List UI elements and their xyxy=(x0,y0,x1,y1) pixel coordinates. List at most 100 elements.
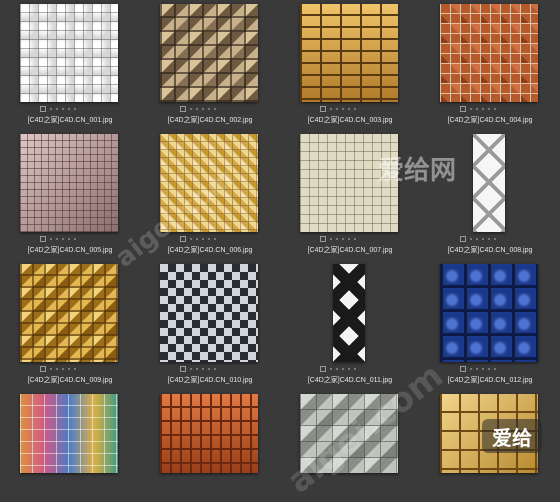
tile-texture-image[interactable] xyxy=(20,264,118,362)
tile-texture-image[interactable] xyxy=(160,264,258,362)
rating-dot-icon[interactable] xyxy=(68,108,70,110)
rating-dot-icon[interactable] xyxy=(354,368,356,370)
rating-dots[interactable] xyxy=(320,366,356,372)
rating-dot-icon[interactable] xyxy=(50,238,52,240)
rating-dot-icon[interactable] xyxy=(482,108,484,110)
rating-dot-icon[interactable] xyxy=(190,108,192,110)
rating-dot-icon[interactable] xyxy=(494,368,496,370)
file-thumbnail-item[interactable] xyxy=(280,390,420,473)
tile-texture-image[interactable] xyxy=(160,394,258,473)
reject-icon[interactable] xyxy=(460,366,466,372)
rating-dots[interactable] xyxy=(40,236,76,242)
file-thumbnail-item[interactable]: [C4D之家]C4D.CN_009.jpg xyxy=(0,260,140,390)
rating-dot-icon[interactable] xyxy=(488,108,490,110)
rating-dot-icon[interactable] xyxy=(62,368,64,370)
tile-texture-image[interactable] xyxy=(300,134,398,232)
rating-dot-icon[interactable] xyxy=(348,368,350,370)
reject-icon[interactable] xyxy=(180,366,186,372)
tile-texture-image[interactable] xyxy=(20,4,118,102)
rating-dot-icon[interactable] xyxy=(208,108,210,110)
rating-dots[interactable] xyxy=(460,236,496,242)
rating-dot-icon[interactable] xyxy=(196,238,198,240)
reject-icon[interactable] xyxy=(460,106,466,112)
reject-icon[interactable] xyxy=(180,236,186,242)
reject-icon[interactable] xyxy=(40,236,46,242)
file-thumbnail-item[interactable]: [C4D之家]C4D.CN_002.jpg xyxy=(140,0,280,130)
file-thumbnail-item[interactable]: [C4D之家]C4D.CN_003.jpg xyxy=(280,0,420,130)
rating-dots[interactable] xyxy=(320,236,356,242)
reject-icon[interactable] xyxy=(320,236,326,242)
rating-dot-icon[interactable] xyxy=(202,108,204,110)
tile-texture-image[interactable] xyxy=(440,4,538,102)
file-thumbnail-item[interactable]: [C4D之家]C4D.CN_001.jpg xyxy=(0,0,140,130)
rating-dots[interactable] xyxy=(40,366,76,372)
file-thumbnail-item[interactable]: [C4D之家]C4D.CN_005.jpg xyxy=(0,130,140,260)
tile-texture-image[interactable] xyxy=(333,264,365,362)
tile-texture-image[interactable] xyxy=(473,134,505,232)
rating-dot-icon[interactable] xyxy=(56,238,58,240)
rating-dot-icon[interactable] xyxy=(68,238,70,240)
file-thumbnail-item[interactable] xyxy=(140,390,280,473)
rating-dot-icon[interactable] xyxy=(50,368,52,370)
reject-icon[interactable] xyxy=(40,106,46,112)
rating-dot-icon[interactable] xyxy=(342,108,344,110)
rating-dot-icon[interactable] xyxy=(74,238,76,240)
reject-icon[interactable] xyxy=(460,236,466,242)
rating-dot-icon[interactable] xyxy=(202,238,204,240)
rating-dot-icon[interactable] xyxy=(190,368,192,370)
rating-dots[interactable] xyxy=(180,236,216,242)
tile-texture-image[interactable] xyxy=(20,134,118,232)
tile-texture-image[interactable] xyxy=(160,134,258,232)
rating-dot-icon[interactable] xyxy=(208,368,210,370)
reject-icon[interactable] xyxy=(320,106,326,112)
rating-dot-icon[interactable] xyxy=(68,368,70,370)
rating-dot-icon[interactable] xyxy=(488,238,490,240)
rating-dot-icon[interactable] xyxy=(354,108,356,110)
rating-dot-icon[interactable] xyxy=(470,108,472,110)
file-thumbnail-item[interactable]: [C4D之家]C4D.CN_006.jpg xyxy=(140,130,280,260)
rating-dot-icon[interactable] xyxy=(196,108,198,110)
tile-texture-image[interactable] xyxy=(300,394,398,473)
rating-dot-icon[interactable] xyxy=(348,238,350,240)
rating-dot-icon[interactable] xyxy=(482,368,484,370)
reject-icon[interactable] xyxy=(320,366,326,372)
rating-dot-icon[interactable] xyxy=(62,108,64,110)
tile-texture-image[interactable] xyxy=(300,4,398,102)
rating-dot-icon[interactable] xyxy=(330,108,332,110)
rating-dot-icon[interactable] xyxy=(494,238,496,240)
rating-dot-icon[interactable] xyxy=(196,368,198,370)
rating-dots[interactable] xyxy=(40,106,76,112)
rating-dot-icon[interactable] xyxy=(56,108,58,110)
file-thumbnail-item[interactable]: [C4D之家]C4D.CN_010.jpg xyxy=(140,260,280,390)
rating-dot-icon[interactable] xyxy=(62,238,64,240)
rating-dot-icon[interactable] xyxy=(354,238,356,240)
rating-dot-icon[interactable] xyxy=(74,108,76,110)
rating-dot-icon[interactable] xyxy=(214,108,216,110)
tile-texture-image[interactable] xyxy=(20,394,118,473)
file-thumbnail-item[interactable]: [C4D之家]C4D.CN_011.jpg xyxy=(280,260,420,390)
rating-dot-icon[interactable] xyxy=(476,238,478,240)
rating-dot-icon[interactable] xyxy=(202,368,204,370)
file-thumbnail-item[interactable]: [C4D之家]C4D.CN_008.jpg xyxy=(420,130,560,260)
rating-dot-icon[interactable] xyxy=(494,108,496,110)
reject-icon[interactable] xyxy=(180,106,186,112)
rating-dot-icon[interactable] xyxy=(190,238,192,240)
rating-dots[interactable] xyxy=(180,366,216,372)
rating-dot-icon[interactable] xyxy=(348,108,350,110)
rating-dots[interactable] xyxy=(460,106,496,112)
rating-dot-icon[interactable] xyxy=(214,238,216,240)
rating-dots[interactable] xyxy=(460,366,496,372)
rating-dot-icon[interactable] xyxy=(470,368,472,370)
rating-dot-icon[interactable] xyxy=(50,108,52,110)
rating-dot-icon[interactable] xyxy=(342,368,344,370)
rating-dot-icon[interactable] xyxy=(488,368,490,370)
rating-dots[interactable] xyxy=(320,106,356,112)
rating-dot-icon[interactable] xyxy=(342,238,344,240)
rating-dot-icon[interactable] xyxy=(208,238,210,240)
reject-icon[interactable] xyxy=(40,366,46,372)
rating-dot-icon[interactable] xyxy=(336,238,338,240)
rating-dot-icon[interactable] xyxy=(74,368,76,370)
file-thumbnail-item[interactable]: [C4D之家]C4D.CN_004.jpg xyxy=(420,0,560,130)
rating-dots[interactable] xyxy=(180,106,216,112)
tile-texture-image[interactable] xyxy=(440,264,538,362)
